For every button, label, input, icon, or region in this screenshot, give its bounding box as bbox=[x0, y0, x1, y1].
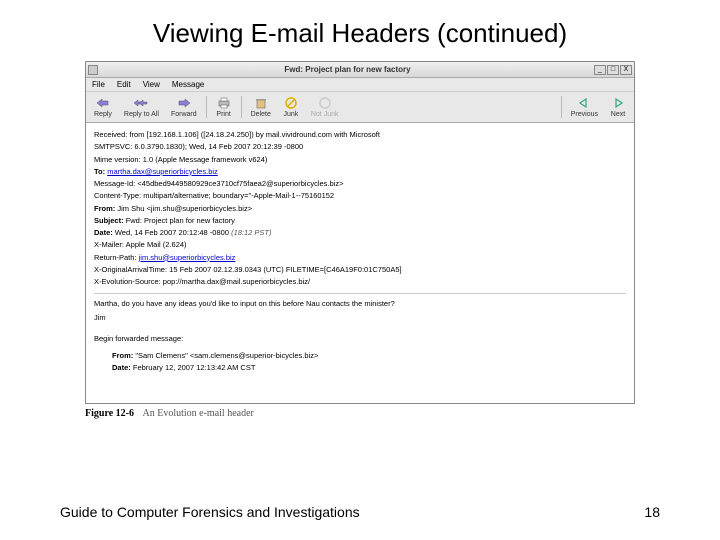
not-junk-button: Not Junk bbox=[305, 94, 345, 120]
slide-footer: Guide to Computer Forensics and Investig… bbox=[0, 504, 720, 520]
not-junk-icon bbox=[317, 96, 333, 110]
message-content: Received: from [192.168.1.106] ([24.18.2… bbox=[86, 123, 634, 403]
header-x-original: X-OriginalArrivalTime: 15 Feb 2007 02.12… bbox=[94, 264, 626, 275]
maximize-button[interactable]: □ bbox=[607, 65, 619, 75]
reply-all-icon bbox=[133, 96, 149, 110]
header-x-evolution: X-Evolution-Source: pop://martha.dax@mai… bbox=[94, 276, 626, 287]
header-received: Received: from [192.168.1.106] ([24.18.2… bbox=[94, 129, 626, 140]
body-line-2: Jim bbox=[94, 312, 626, 323]
body-line-1: Martha, do you have any ideas you'd like… bbox=[94, 298, 626, 309]
slide-title: Viewing E-mail Headers (continued) bbox=[0, 0, 720, 61]
print-icon bbox=[216, 96, 232, 110]
header-date: Date: Wed, 14 Feb 2007 20:12:48 -0800 (1… bbox=[94, 227, 626, 238]
delete-icon bbox=[253, 96, 269, 110]
figure-number: Figure 12-6 bbox=[85, 408, 134, 419]
window-title: Fwd: Project plan for new factory bbox=[101, 65, 594, 74]
figure-caption: Figure 12-6 An Evolution e-mail header bbox=[85, 408, 635, 419]
previous-icon bbox=[576, 96, 592, 110]
reply-button[interactable]: Reply bbox=[88, 94, 118, 120]
footer-text: Guide to Computer Forensics and Investig… bbox=[60, 504, 360, 520]
header-mime: Mime version: 1.0 (Apple Message framewo… bbox=[94, 154, 626, 165]
return-path-link[interactable]: jim.shu@superiorbicycles.biz bbox=[139, 253, 236, 262]
junk-icon bbox=[283, 96, 299, 110]
header-smtpsvc: SMTPSVC: 6.0.3790.1830); Wed, 14 Feb 200… bbox=[94, 141, 626, 152]
forward-icon bbox=[176, 96, 192, 110]
titlebar: Fwd: Project plan for new factory _ □ X bbox=[86, 62, 634, 78]
header-message-id: Message-Id: <45dbed9449580929ce3710cf75f… bbox=[94, 178, 626, 189]
junk-button[interactable]: Junk bbox=[277, 94, 305, 120]
menu-message[interactable]: Message bbox=[172, 80, 204, 89]
email-client-window: Fwd: Project plan for new factory _ □ X … bbox=[85, 61, 635, 404]
reply-all-button[interactable]: Reply to All bbox=[118, 94, 165, 120]
to-address-link[interactable]: martha.dax@superiorbicycles.biz bbox=[107, 167, 218, 176]
header-subject: Subject: Fwd: Project plan for new facto… bbox=[94, 215, 626, 226]
menubar: File Edit View Message bbox=[86, 78, 634, 92]
figure-text: An Evolution e-mail header bbox=[142, 408, 253, 419]
minimize-button[interactable]: _ bbox=[594, 65, 606, 75]
toolbar: Reply Reply to All Forward Print Delete … bbox=[86, 92, 634, 123]
header-content-type: Content-Type: multipart/alternative; bou… bbox=[94, 190, 626, 201]
next-icon bbox=[610, 96, 626, 110]
menu-view[interactable]: View bbox=[143, 80, 160, 89]
page-number: 18 bbox=[644, 504, 660, 520]
header-return-path: Return-Path: jim.shu@superiorbicycles.bi… bbox=[94, 252, 626, 263]
delete-button[interactable]: Delete bbox=[245, 94, 277, 120]
menu-edit[interactable]: Edit bbox=[117, 80, 131, 89]
close-button[interactable]: X bbox=[620, 65, 632, 75]
header-xmailer: X-Mailer: Apple Mail (2.624) bbox=[94, 239, 626, 250]
reply-icon bbox=[95, 96, 111, 110]
forward-button[interactable]: Forward bbox=[165, 94, 203, 120]
print-button[interactable]: Print bbox=[210, 94, 238, 120]
app-icon bbox=[88, 65, 98, 75]
forwarded-begin: Begin forwarded message: bbox=[94, 333, 626, 344]
previous-button[interactable]: Previous bbox=[565, 94, 604, 120]
header-to: To: martha.dax@superiorbicycles.biz bbox=[94, 166, 626, 177]
header-from: From: Jim Shu <jim.shu@superiorbicycles.… bbox=[94, 203, 626, 214]
next-button[interactable]: Next bbox=[604, 94, 632, 120]
menu-file[interactable]: File bbox=[92, 80, 105, 89]
header-body-separator bbox=[94, 293, 626, 294]
forwarded-block: From: "Sam Clemens" <sam.clemens@superio… bbox=[112, 350, 626, 374]
